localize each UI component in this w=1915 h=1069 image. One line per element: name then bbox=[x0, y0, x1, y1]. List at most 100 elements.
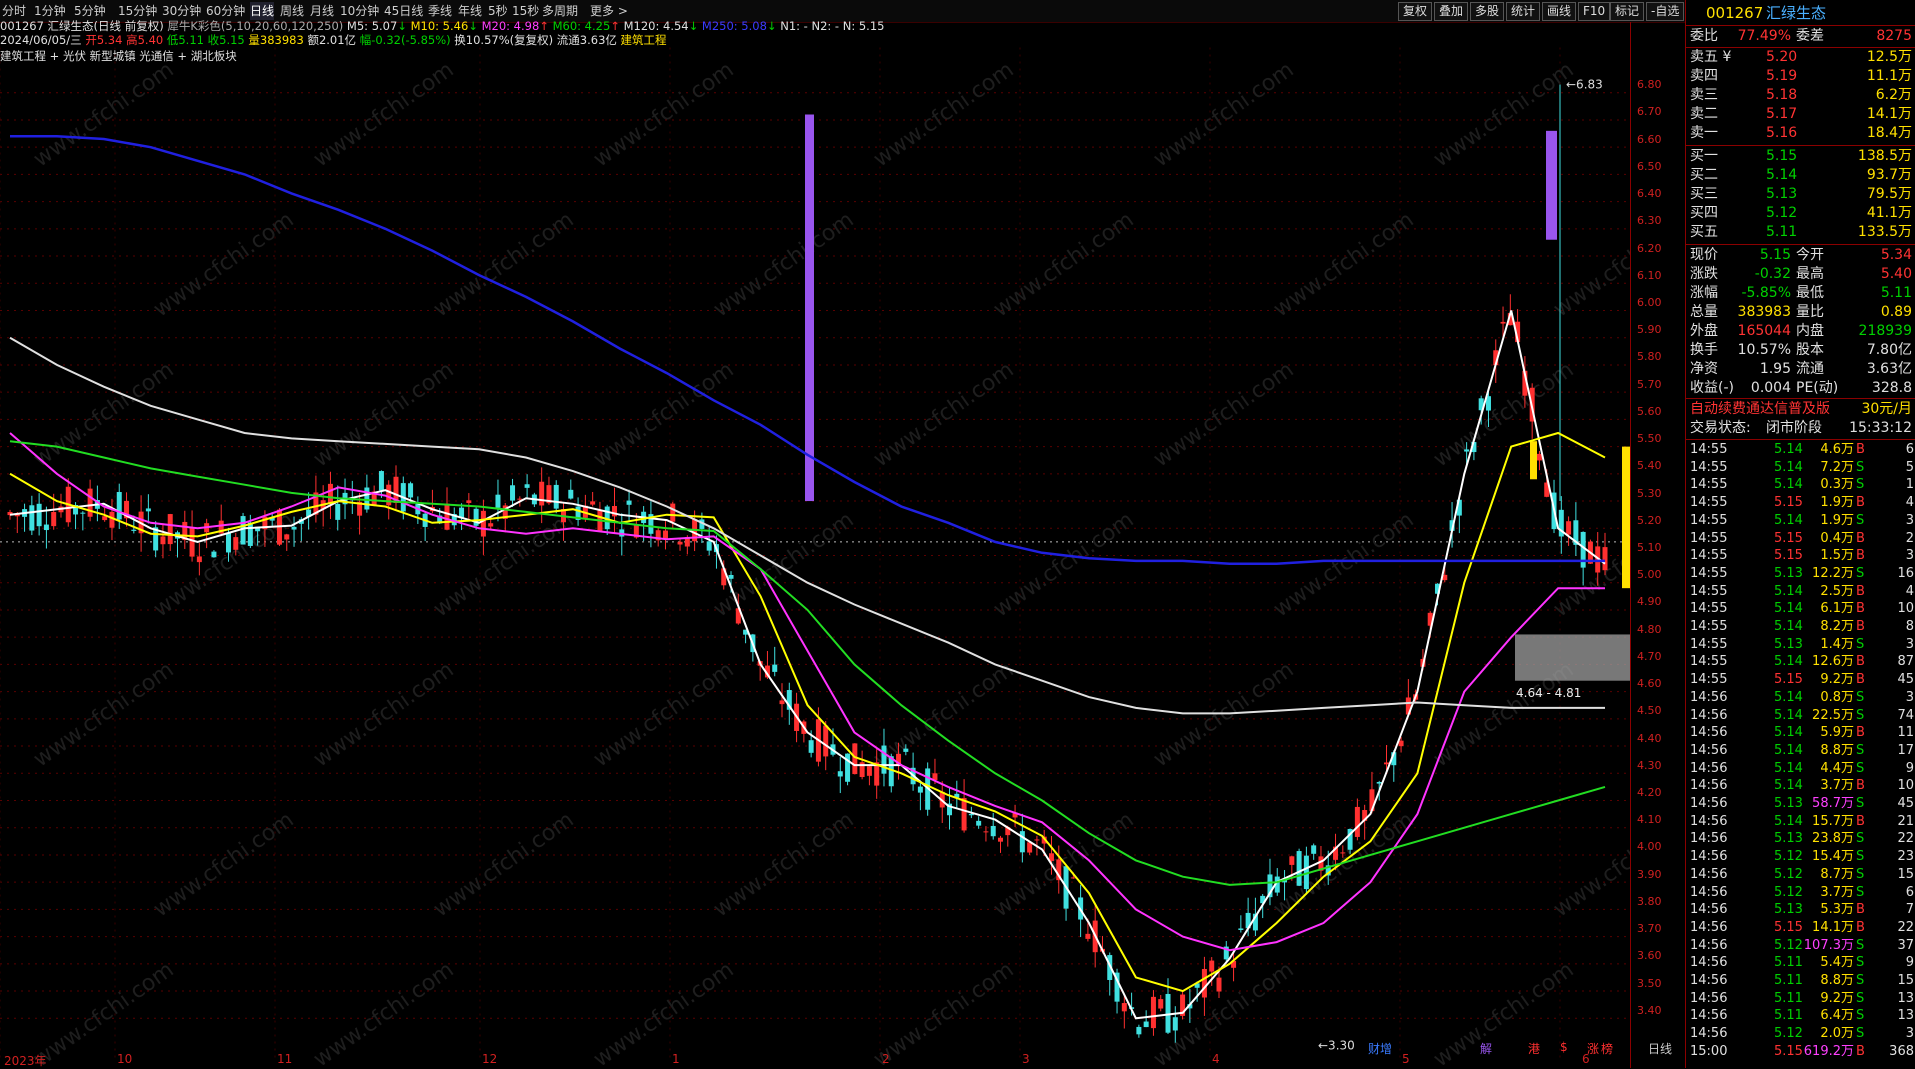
tick-row-18: 14:56 5.14 4.4万 S 9 bbox=[1690, 760, 1914, 776]
price-tick-20: 5.40 bbox=[1637, 459, 1662, 473]
price-tick-12: 4.60 bbox=[1637, 677, 1662, 691]
event-tag-4[interactable]: $ bbox=[1560, 1040, 1568, 1054]
ask-row-4[interactable]: 卖一 5.16 18.4万 bbox=[1686, 124, 1915, 143]
tick-row-30: 14:56 5.11 8.8万 S 15 bbox=[1690, 973, 1914, 988]
price-tick-3: 3.70 bbox=[1637, 922, 1662, 936]
watermark-0-2: www.cfchi.com bbox=[589, 57, 738, 172]
candle-body-166 bbox=[1216, 977, 1222, 992]
candle-body-134 bbox=[983, 831, 989, 833]
tick-row-28: 14:56 5.12 107.3万 S 37 bbox=[1690, 937, 1914, 953]
bid-row-1[interactable]: 买二 5.14 93.7万 bbox=[1686, 166, 1915, 185]
price-tick-4: 3.80 bbox=[1637, 894, 1662, 908]
watermark-3-3: www.cfchi.com bbox=[989, 507, 1138, 622]
yellow-candle-1 bbox=[1530, 441, 1537, 480]
candle-body-32 bbox=[240, 516, 246, 545]
candle-body-112 bbox=[823, 725, 829, 757]
tick-row-19: 14:56 5.14 3.7万 B 10 bbox=[1690, 778, 1914, 794]
event-tag-3[interactable]: 港 bbox=[1528, 1040, 1540, 1057]
ask-row-1[interactable]: 卖四 5.19 11.1万 bbox=[1686, 67, 1915, 86]
stat-row-7: 收益(-) 0.004 PE(动) 328.8 bbox=[1690, 380, 1912, 396]
candle-body-210 bbox=[1536, 453, 1542, 461]
candle-body-179 bbox=[1311, 845, 1317, 854]
kline-chart[interactable]: www.cfchi.com www.cfchi.com www.cfchi.com w… bbox=[0, 40, 1630, 1065]
ask-row-3[interactable]: 卖二 5.17 14.1万 bbox=[1686, 105, 1915, 124]
ma10-value: M10: 5.46 bbox=[410, 19, 469, 33]
price-tick-8: 4.20 bbox=[1637, 786, 1662, 799]
candle-body-106 bbox=[779, 700, 785, 705]
candle-body-110 bbox=[808, 740, 814, 753]
event-tag-0[interactable]: 财 bbox=[1368, 1040, 1380, 1057]
ad-banner[interactable]: 自动续费通达信普及版 30元/月 bbox=[1686, 400, 1915, 419]
candle-body-120 bbox=[881, 745, 887, 774]
stat-row-1: 涨跌 -0.32 最高 5.40 bbox=[1690, 266, 1912, 282]
candle-body-6 bbox=[51, 512, 57, 527]
tick-row-12: 14:55 5.14 12.6万 B 87 bbox=[1690, 654, 1914, 670]
candle-body-39 bbox=[291, 526, 297, 530]
bid-row-4[interactable]: 买五 5.11 133.5万 bbox=[1686, 223, 1915, 242]
low-label: ←3.30 bbox=[1318, 1039, 1355, 1053]
watermark-5-5: www.cfchi.com bbox=[1549, 807, 1630, 922]
date-label-5: 2 bbox=[882, 1052, 890, 1066]
toolbar-button-3[interactable]: 统计 bbox=[1506, 2, 1541, 21]
event-tag-6[interactable]: 榜 bbox=[1601, 1040, 1613, 1057]
tick-row-25: 14:56 5.12 3.7万 S 6 bbox=[1690, 884, 1914, 900]
candle-body-5 bbox=[43, 524, 49, 531]
candle-body-214 bbox=[1566, 521, 1572, 535]
candle-body-205 bbox=[1500, 321, 1506, 324]
toolbar-button-2[interactable]: 多股 bbox=[1470, 2, 1505, 21]
watermark-4-1: www.cfchi.com bbox=[309, 657, 458, 772]
watermark-6-4: www.cfchi.com bbox=[1149, 957, 1298, 1065]
toolbar-button-6[interactable]: 标记 bbox=[1610, 2, 1645, 21]
stat-row-2: 涨幅 -5.85% 最低 5.11 bbox=[1690, 285, 1912, 301]
toolbar-button-5[interactable]: F10 bbox=[1578, 2, 1611, 21]
watermark-1-5: www.cfchi.com bbox=[1549, 207, 1630, 322]
event-tag-5[interactable]: 涨 bbox=[1587, 1040, 1599, 1057]
candle-body-17 bbox=[131, 529, 137, 531]
price-tick-1: 3.50 bbox=[1637, 976, 1662, 990]
event-tag-2[interactable]: 解 bbox=[1480, 1040, 1492, 1057]
candle-body-188 bbox=[1376, 782, 1382, 784]
tick-row-6: 14:55 5.15 1.5万 B 3 bbox=[1690, 548, 1914, 564]
candle-body-45 bbox=[335, 503, 341, 520]
tick-row-26: 14:56 5.13 5.3万 B 7 bbox=[1690, 902, 1914, 918]
candle-body-71 bbox=[524, 484, 530, 488]
toolbar-button-0[interactable]: 复权 bbox=[1398, 2, 1433, 21]
candle-body-4 bbox=[36, 503, 42, 527]
candle-body-169 bbox=[1238, 928, 1244, 930]
ask-row-0[interactable]: 卖五 ¥5.20 12.5万 bbox=[1686, 48, 1915, 67]
candle-body-115 bbox=[845, 753, 851, 782]
candle-body-176 bbox=[1289, 856, 1295, 865]
event-tag-7[interactable]: 日线 bbox=[1648, 1040, 1672, 1057]
toolbar-button-4[interactable]: 画线 bbox=[1542, 2, 1577, 21]
candle-body-155 bbox=[1136, 1026, 1142, 1035]
tick-row-1: 14:55 5.14 7.2万 S 5 bbox=[1690, 459, 1914, 475]
candle-body-139 bbox=[1019, 831, 1025, 853]
watermark-1-2: www.cfchi.com bbox=[709, 207, 858, 322]
watermark-6-1: www.cfchi.com bbox=[309, 957, 458, 1065]
watermark-5-2: www.cfchi.com bbox=[709, 807, 858, 922]
candle-body-77 bbox=[568, 489, 574, 499]
toolbar-button-1[interactable]: 叠加 bbox=[1434, 2, 1469, 21]
candle-body-105 bbox=[772, 664, 778, 672]
tick-row-2: 14:55 5.14 0.3万 S 1 bbox=[1690, 477, 1914, 493]
price-tick-34: 6.80 bbox=[1637, 78, 1662, 92]
watermark-6-0: www.cfchi.com bbox=[29, 957, 178, 1065]
event-tag-1[interactable]: 增 bbox=[1380, 1040, 1392, 1057]
bid-row-2[interactable]: 买三 5.13 79.5万 bbox=[1686, 185, 1915, 204]
tick-row-16: 14:56 5.14 5.9万 B 11 bbox=[1690, 725, 1914, 741]
price-tick-31: 6.50 bbox=[1637, 159, 1662, 173]
toolbar-button-7[interactable]: -自选 bbox=[1646, 2, 1685, 21]
bid-row-0[interactable]: 买一 5.15 138.5万 bbox=[1686, 147, 1915, 166]
panel-header: 001267 汇绿生态 bbox=[1686, 2, 1915, 24]
candle-body-63 bbox=[466, 500, 472, 503]
candle-body-31 bbox=[233, 537, 239, 550]
ma250-value: M250: 5.08 bbox=[701, 19, 767, 33]
candle-body-153 bbox=[1121, 1003, 1127, 1012]
tick-row-8: 14:55 5.14 2.5万 B 4 bbox=[1690, 583, 1914, 599]
stat-row-6: 净资 1.95 流通 3.63亿 bbox=[1690, 361, 1912, 377]
candle-body-165 bbox=[1209, 960, 1215, 972]
ask-row-2[interactable]: 卖三 5.18 6.2万 bbox=[1686, 86, 1915, 105]
tick-row-9: 14:55 5.14 6.1万 B 10 bbox=[1690, 601, 1914, 617]
watermark-2-5: www.cfchi.com bbox=[1429, 357, 1578, 472]
bid-row-3[interactable]: 买四 5.12 41.1万 bbox=[1686, 204, 1915, 223]
